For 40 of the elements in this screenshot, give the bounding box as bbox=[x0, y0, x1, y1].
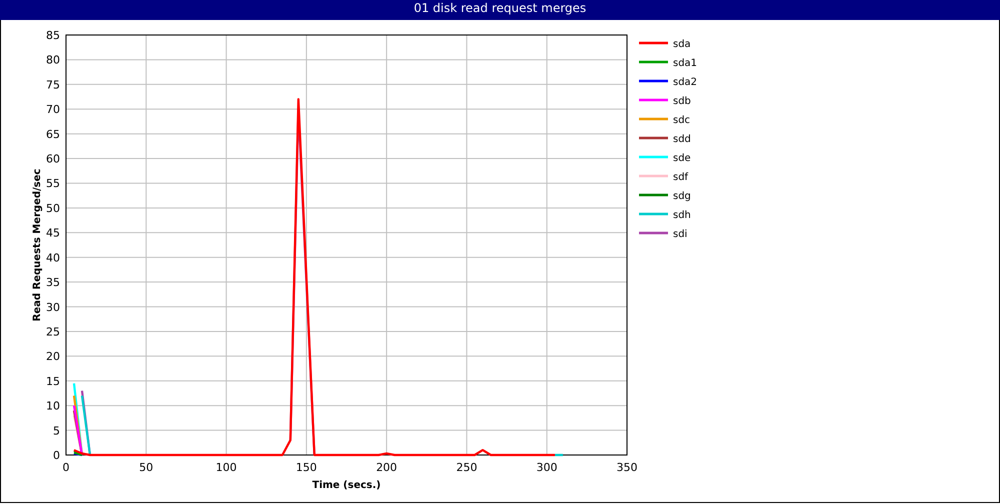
legend-label: sdc bbox=[673, 115, 690, 126]
tick-label: 20 bbox=[46, 350, 60, 364]
tick-label: 25 bbox=[46, 325, 60, 338]
legend-label: sda bbox=[673, 39, 691, 50]
tick-label: 50 bbox=[139, 461, 154, 474]
axis-title: Read Requests Merged/sec bbox=[32, 168, 43, 322]
tick-label: 35 bbox=[46, 276, 60, 290]
legend-label: sdh bbox=[673, 210, 691, 221]
tick-label: 80 bbox=[46, 54, 60, 67]
tick-label: 50 bbox=[46, 202, 60, 215]
tick-label: 70 bbox=[46, 103, 60, 116]
tick-label: 300 bbox=[536, 461, 558, 474]
axis-title: Time (secs.) bbox=[312, 480, 381, 491]
legend-label: sdi bbox=[673, 229, 688, 240]
tick-label: 15 bbox=[46, 374, 60, 388]
tick-label: 60 bbox=[46, 152, 60, 166]
tick-label: 30 bbox=[46, 300, 60, 314]
tick-label: 150 bbox=[296, 461, 317, 474]
tick-label: 5 bbox=[53, 424, 60, 438]
legend-label: sdd bbox=[673, 134, 691, 145]
window-title: 01 disk read request merges bbox=[0, 0, 1000, 20]
tick-label: 0 bbox=[62, 461, 70, 474]
tick-label: 45 bbox=[46, 226, 60, 240]
legend-label: sde bbox=[673, 153, 691, 164]
tick-label: 100 bbox=[216, 461, 237, 474]
legend-label: sda1 bbox=[673, 58, 698, 69]
tick-label: 85 bbox=[46, 29, 60, 42]
tick-label: 40 bbox=[46, 251, 60, 264]
tick-label: 250 bbox=[456, 461, 478, 474]
legend-label: sdb bbox=[673, 96, 691, 107]
legend-label: sdf bbox=[673, 172, 688, 183]
legend-label: sdg bbox=[673, 191, 691, 202]
tick-label: 0 bbox=[53, 449, 60, 462]
tick-label: 200 bbox=[376, 461, 398, 474]
tick-label: 75 bbox=[46, 78, 60, 92]
tick-label: 65 bbox=[46, 128, 60, 141]
tick-label: 350 bbox=[616, 461, 638, 474]
tick-label: 10 bbox=[46, 400, 60, 413]
legend-label: sda2 bbox=[673, 77, 698, 88]
tick-label: 55 bbox=[46, 177, 60, 190]
